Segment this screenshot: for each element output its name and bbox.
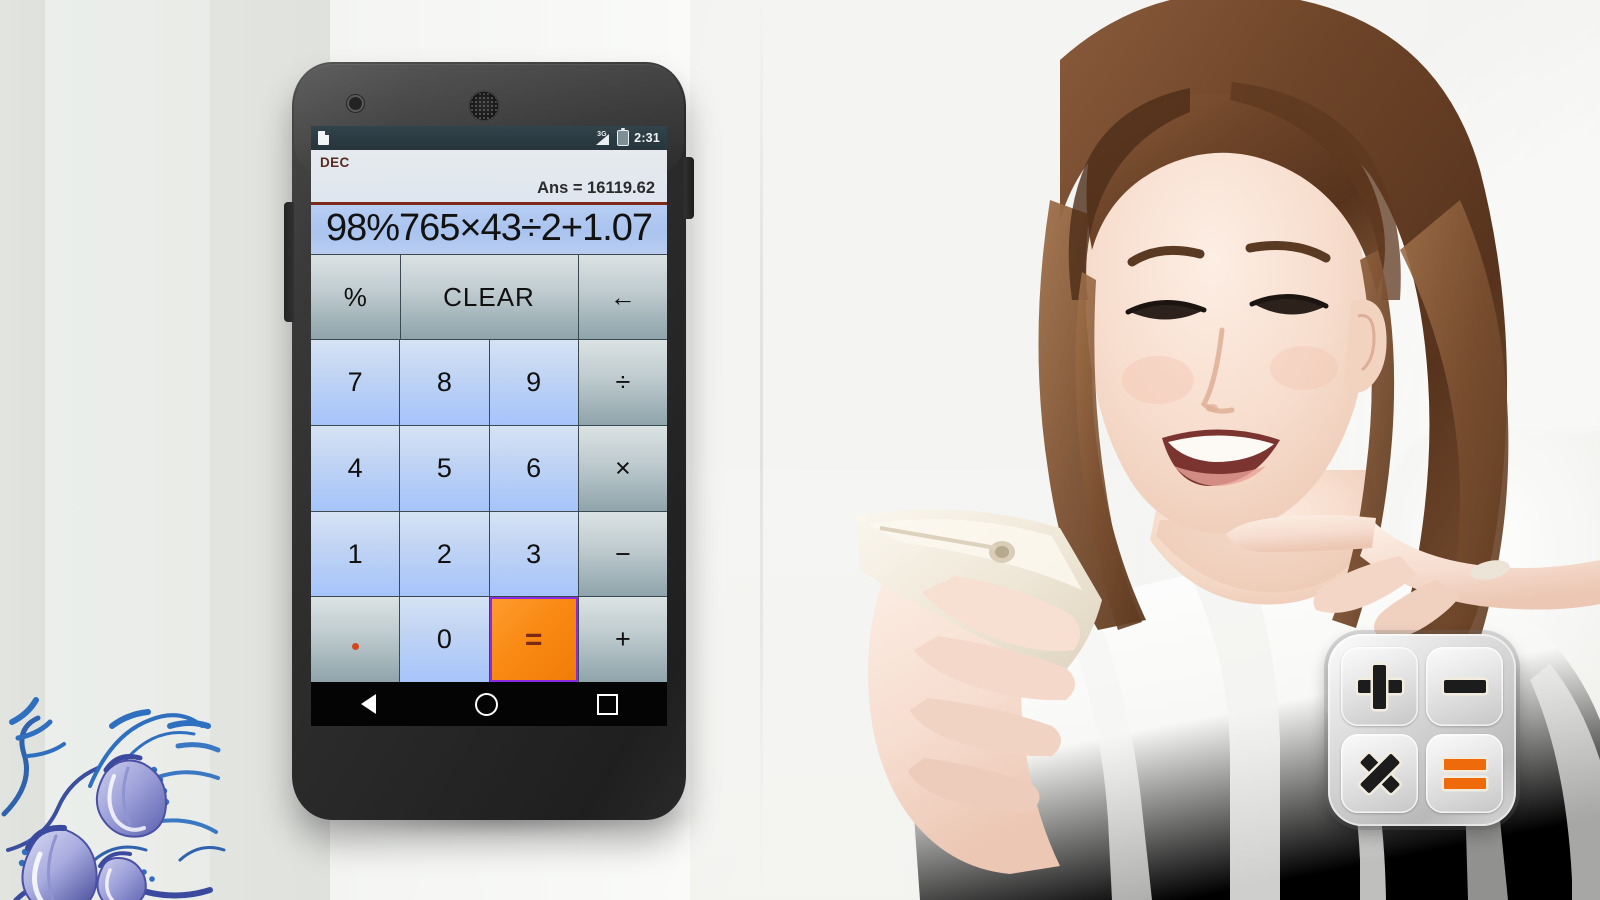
battery-icon [617, 128, 630, 146]
key-3[interactable]: 3 [489, 511, 578, 597]
key-label: 3 [526, 538, 542, 569]
key-label: = [524, 622, 543, 656]
key-plus[interactable]: + [578, 597, 667, 682]
key-0[interactable]: 0 [400, 597, 489, 682]
key-label: − [614, 538, 631, 569]
keypad-row: % CLEAR ← [311, 254, 667, 340]
key-label: CLEAR [443, 281, 535, 312]
display-answer: Ans = 16119.62 [537, 179, 655, 197]
volume-rocker-button[interactable] [284, 202, 294, 322]
key-label: ÷ [615, 367, 631, 398]
icon-key-plus [1341, 647, 1418, 726]
key-1[interactable]: 1 [311, 511, 400, 597]
key-decimal-point[interactable] [311, 597, 400, 682]
keypad-row: 1 2 3 − [311, 511, 667, 597]
key-8[interactable]: 8 [400, 340, 489, 426]
status-bar: 3G 2:31 [311, 126, 667, 150]
signal-bars-icon: 3G [596, 130, 612, 145]
key-5[interactable]: 5 [400, 426, 489, 511]
key-label: 5 [436, 452, 452, 483]
keypad-row: 4 5 6 × [311, 426, 667, 511]
key-label: % [343, 281, 367, 312]
scene-root: 3G 2:31 DEC Ans = 16119.62 98%765×43÷2+1… [0, 0, 1600, 900]
key-label: ← [609, 281, 636, 312]
key-label: 1 [347, 538, 363, 569]
display-mode-label: DEC [320, 155, 350, 170]
key-label: × [614, 452, 631, 483]
key-2[interactable]: 2 [400, 511, 489, 597]
keypad-row: 0 = + [311, 597, 667, 682]
key-percent[interactable]: % [311, 254, 400, 340]
phone-device: 3G 2:31 DEC Ans = 16119.62 98%765×43÷2+1… [284, 62, 694, 820]
earpiece-speaker-icon [470, 92, 498, 120]
icon-key-multiply [1341, 734, 1418, 813]
calculator-keypad: % CLEAR ← 7 8 9 ÷ 4 5 6 × 1 2 3 − 0 = + [311, 253, 667, 682]
key-7[interactable]: 7 [311, 340, 400, 426]
calculator-display: DEC Ans = 16119.62 98%765×43÷2+1.07 [311, 150, 667, 254]
key-6[interactable]: 6 [489, 426, 578, 511]
signal-type-label: 3G [597, 130, 607, 138]
decimal-point-dot [351, 643, 359, 651]
status-bar-system: 3G 2:31 [596, 128, 660, 146]
front-camera-icon [349, 97, 362, 110]
key-divide[interactable]: ÷ [578, 340, 667, 426]
recents-square-icon[interactable] [596, 693, 618, 715]
display-expression[interactable]: 98%765×43÷2+1.07 [311, 204, 667, 254]
key-minus[interactable]: − [578, 511, 667, 597]
key-4[interactable]: 4 [311, 426, 400, 511]
key-label: + [614, 624, 631, 655]
status-bar-notifications [318, 131, 596, 145]
key-backspace[interactable]: ← [578, 254, 667, 340]
app-icon-calculator[interactable] [1328, 634, 1516, 826]
key-label: 7 [347, 367, 363, 398]
key-equals[interactable]: = [489, 597, 578, 682]
home-circle-icon[interactable] [474, 692, 498, 716]
calculator-app: DEC Ans = 16119.62 98%765×43÷2+1.07 % CLE… [311, 150, 667, 682]
key-9[interactable]: 9 [489, 340, 578, 426]
icon-key-equals [1426, 734, 1503, 813]
floral-ornament [1, 697, 226, 900]
key-clear[interactable]: CLEAR [400, 254, 578, 340]
document-icon [318, 131, 329, 145]
phone-screen: 3G 2:31 DEC Ans = 16119.62 98%765×43÷2+1… [311, 126, 667, 726]
key-label: 6 [526, 452, 542, 483]
android-navigation-bar [311, 682, 667, 726]
icon-key-minus [1426, 647, 1503, 726]
status-bar-clock: 2:31 [634, 131, 660, 145]
key-label: 0 [436, 624, 452, 655]
back-triangle-icon[interactable] [360, 694, 376, 714]
key-label: 8 [436, 367, 452, 398]
key-label: 4 [347, 452, 363, 483]
power-button[interactable] [684, 157, 694, 219]
keypad-row: 7 8 9 ÷ [311, 340, 667, 426]
key-multiply[interactable]: × [578, 426, 667, 511]
key-label: 9 [526, 367, 542, 398]
key-label: 2 [436, 538, 452, 569]
